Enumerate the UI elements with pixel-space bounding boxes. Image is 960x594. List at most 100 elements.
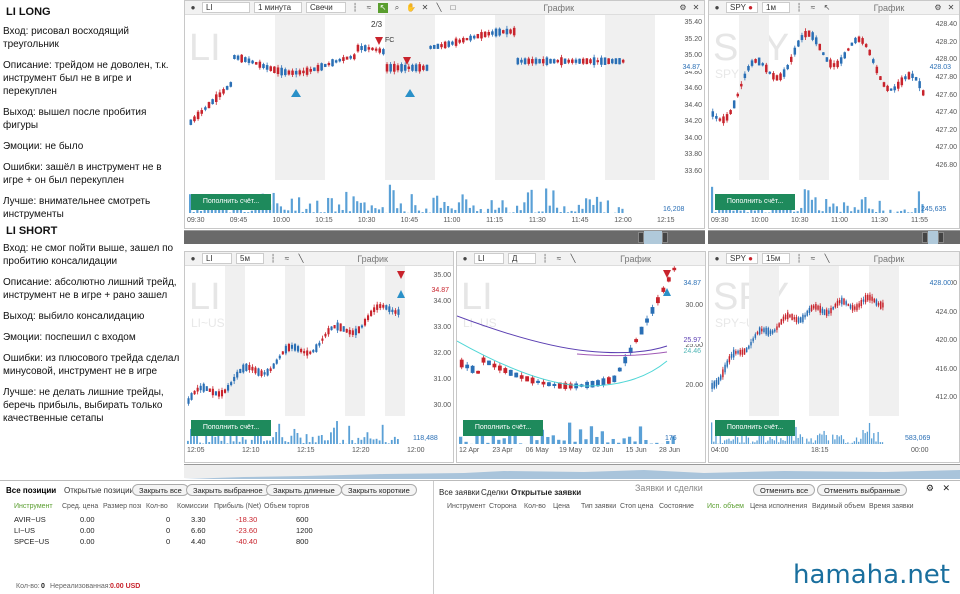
table-cell[interactable]: LI~US (14, 526, 35, 535)
link-icon[interactable]: ● (188, 3, 198, 13)
price-chart[interactable] (185, 266, 425, 416)
link-icon[interactable]: ● (712, 254, 722, 264)
close-short-button[interactable]: Закрыть короткие (341, 484, 417, 496)
chart-panel-li-5m[interactable]: ● LI 5м ┆ ≈ ╲ График LI LI~US 35.0034.00… (184, 251, 454, 463)
table-cell[interactable]: -23.60 (236, 526, 257, 535)
column-header[interactable]: Объем торгов (264, 503, 309, 510)
time-axis[interactable]: 12:0512:1012:1512:2012:00 (185, 446, 453, 458)
interval-select[interactable]: Д (508, 253, 536, 264)
table-cell[interactable]: 1200 (296, 526, 313, 535)
table-cell[interactable]: -40.40 (236, 537, 257, 546)
chart-type-select[interactable]: Свечи (306, 2, 346, 13)
column-header[interactable]: Сред. цена (62, 503, 98, 510)
symbol-select[interactable]: LI (202, 2, 250, 13)
close-all-button[interactable]: Закрыть все (132, 484, 189, 496)
table-cell[interactable]: 6.60 (191, 526, 206, 535)
table-cell[interactable]: 600 (296, 515, 309, 524)
line-tool-icon[interactable]: ╲ (568, 254, 578, 264)
scroller-handle-right[interactable] (938, 232, 944, 243)
column-header[interactable]: Состояние (659, 503, 694, 510)
table-cell[interactable]: 0.00 (80, 526, 95, 535)
close-icon[interactable]: ✕ (942, 483, 950, 494)
cancel-all-button[interactable]: Отменить все (753, 484, 815, 496)
close-icon[interactable]: ✕ (691, 3, 701, 13)
price-axis[interactable]: 428.40428.20428.00427.80427.60427.40427.… (923, 15, 959, 180)
table-cell[interactable]: 0.00 (80, 537, 95, 546)
indicators-icon[interactable]: ≈ (808, 3, 818, 13)
table-cell[interactable]: 0 (166, 526, 170, 535)
scroller-range[interactable] (928, 231, 938, 244)
close-long-button[interactable]: Закрыть длинные (266, 484, 342, 496)
deposit-button[interactable]: Пополнить счёт... (191, 420, 271, 436)
table-cell[interactable]: 800 (296, 537, 309, 546)
column-header[interactable]: Кол-во (524, 503, 546, 510)
symbol-select[interactable]: LI (474, 253, 504, 264)
column-header[interactable]: Кол-во (146, 503, 168, 510)
indicators-icon[interactable]: ≈ (808, 254, 818, 264)
time-axis[interactable]: 12 Apr23 Apr06 May19 May02 Jun15 Jun28 J… (457, 446, 705, 458)
column-header[interactable]: Инструмент (14, 503, 53, 510)
time-axis[interactable]: 09:3009:4510:0010:1510:3010:4511:0011:15… (185, 216, 704, 228)
column-header[interactable]: Цена (553, 503, 570, 510)
indicators-icon[interactable]: ≈ (554, 254, 564, 264)
column-header[interactable]: Стоп цена (620, 503, 653, 510)
candles-icon[interactable]: ┆ (268, 254, 278, 264)
table-cell[interactable]: 0 (166, 515, 170, 524)
table-cell[interactable]: 0.00 (80, 515, 95, 524)
chart-panel-spy-15m[interactable]: ● SPY ● 15м ┆ ≈ ╲ График SPY SPY~US 428.… (708, 251, 960, 463)
line-tool-icon[interactable]: ╲ (296, 254, 306, 264)
column-header[interactable]: Тип заявки (581, 503, 616, 510)
tab-deals[interactable]: Сделки (481, 488, 508, 497)
close-selected-button[interactable]: Закрыть выбранное (186, 484, 270, 496)
settings-icon[interactable]: ⚙ (678, 3, 688, 13)
price-chart[interactable] (457, 266, 677, 416)
deposit-button[interactable]: Пополнить счёт... (715, 420, 795, 436)
line-tool-icon[interactable]: ╲ (434, 3, 444, 13)
tab-open-orders[interactable]: Открытые заявки (511, 488, 581, 497)
symbol-select[interactable]: LI (202, 253, 232, 264)
indicators-icon[interactable]: ≈ (364, 3, 374, 13)
price-axis[interactable]: 428.00424.00420.00416.00412.00 (923, 266, 959, 416)
hand-icon[interactable]: ✋ (406, 3, 416, 13)
table-cell[interactable]: 0 (166, 537, 170, 546)
interval-select[interactable]: 15м (762, 253, 790, 264)
settings-icon[interactable]: ⚙ (926, 483, 934, 494)
chart-panel-li-daily[interactable]: ● LI Д ┆ ≈ ╲ График LI LI~US 30.0025.002… (456, 251, 706, 463)
column-header[interactable]: Видимый объем (812, 503, 865, 510)
table-cell[interactable]: 4.40 (191, 537, 206, 546)
column-header[interactable]: Сторона (489, 503, 517, 510)
indicators-icon[interactable]: ≈ (282, 254, 292, 264)
table-cell[interactable]: -18.30 (236, 515, 257, 524)
column-header[interactable]: Время заявки (869, 503, 914, 510)
chart-scroller[interactable] (708, 230, 960, 244)
column-header[interactable]: Исп. объем (707, 503, 744, 510)
candles-icon[interactable]: ┆ (794, 3, 804, 13)
link-icon[interactable]: ● (712, 3, 722, 13)
table-cell[interactable]: 3.30 (191, 515, 206, 524)
symbol-select[interactable]: SPY ● (726, 2, 758, 13)
column-header[interactable]: Инструмент (447, 503, 486, 510)
deposit-button[interactable]: Пополнить счёт... (463, 420, 543, 436)
cursor-icon[interactable]: ↖ (378, 3, 388, 13)
chart-scroller[interactable] (184, 464, 960, 478)
scroller-handle-right[interactable] (662, 232, 668, 243)
price-chart[interactable] (709, 15, 925, 180)
chart-panel-spy-1m[interactable]: ● SPY ● 1м ┆ ≈ ↖ График ⚙✕ SPY SPY~US 42… (708, 0, 960, 229)
column-header[interactable]: Прибыль (Net) (214, 503, 261, 510)
deposit-button[interactable]: Пополнить счёт... (715, 194, 795, 210)
time-axis[interactable]: 09:3010:0010:3011:0011:3011:55 (709, 216, 959, 228)
line-tool-icon[interactable]: ╲ (822, 254, 832, 264)
interval-select[interactable]: 1 минута (254, 2, 302, 13)
table-cell[interactable]: AVIR~US (14, 515, 46, 524)
chart-scroller[interactable] (184, 230, 705, 244)
close-icon[interactable]: ✕ (946, 3, 956, 13)
column-header[interactable]: Комиссии (177, 503, 209, 510)
tab-open-positions[interactable]: Открытые позиции (64, 486, 134, 495)
interval-select[interactable]: 1м (762, 2, 790, 13)
settings-icon[interactable]: ⚙ (933, 3, 943, 13)
cancel-selected-button[interactable]: Отменить выбранные (817, 484, 907, 496)
column-header[interactable]: Размер позиции (103, 503, 141, 510)
link-icon[interactable]: ● (188, 254, 198, 264)
link-icon[interactable]: ● (460, 254, 470, 264)
table-cell[interactable]: SPCE~US (14, 537, 49, 546)
